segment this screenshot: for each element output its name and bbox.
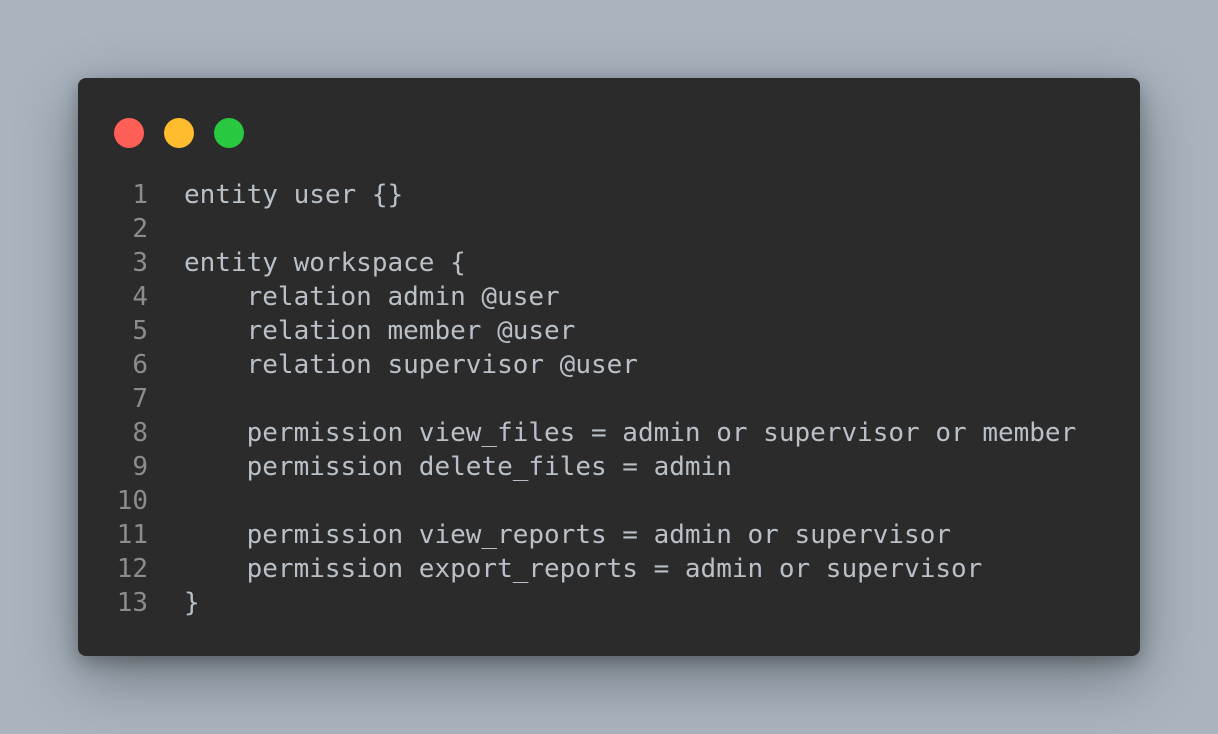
minimize-dot[interactable] [164,118,194,148]
code-block: 1 entity user {} 2 3 entity workspace { 4 … [78,178,1140,620]
code-text: permission view_files = admin or supervi… [184,418,1077,448]
code-line: 5 relation member @user [78,314,1140,348]
code-line: 8 permission view_files = admin or super… [78,416,1140,450]
code-text: relation admin @user [184,282,560,312]
line-number: 3 [132,248,148,278]
code-text: } [184,588,200,618]
code-line: 6 relation supervisor @user [78,348,1140,382]
code-line: 10 [78,484,1140,518]
code-text: entity user {} [184,180,404,210]
line-number: 8 [132,418,148,448]
line-number: 9 [132,452,148,482]
line-number: 6 [132,350,148,380]
code-line: 1 entity user {} [78,178,1140,212]
maximize-dot[interactable] [214,118,244,148]
code-text: permission export_reports = admin or sup… [184,554,983,584]
line-number: 12 [116,554,148,584]
code-text: relation member @user [184,316,576,346]
code-line: 2 [78,212,1140,246]
close-dot[interactable] [114,118,144,148]
code-text: entity workspace { [184,248,466,278]
code-line: 13} [78,586,1140,620]
code-line: 11 permission view_reports = admin or su… [78,518,1140,552]
code-line: 7 [78,382,1140,416]
line-number: 2 [132,214,148,244]
line-number: 13 [116,588,148,618]
line-number: 4 [132,282,148,312]
line-number: 10 [116,486,148,516]
line-number: 5 [132,316,148,346]
code-line: 12 permission export_reports = admin or … [78,552,1140,586]
window-controls [114,118,244,148]
code-window: 1 entity user {} 2 3 entity workspace { 4 … [78,78,1140,656]
line-number: 7 [132,384,148,414]
line-number: 11 [116,520,148,550]
code-text: permission delete_files = admin [184,452,732,482]
code-text: permission view_reports = admin or super… [184,520,952,550]
code-line: 3 entity workspace { [78,246,1140,280]
code-line: 4 relation admin @user [78,280,1140,314]
code-line: 9 permission delete_files = admin [78,450,1140,484]
code-text: relation supervisor @user [184,350,638,380]
line-number: 1 [132,180,148,210]
